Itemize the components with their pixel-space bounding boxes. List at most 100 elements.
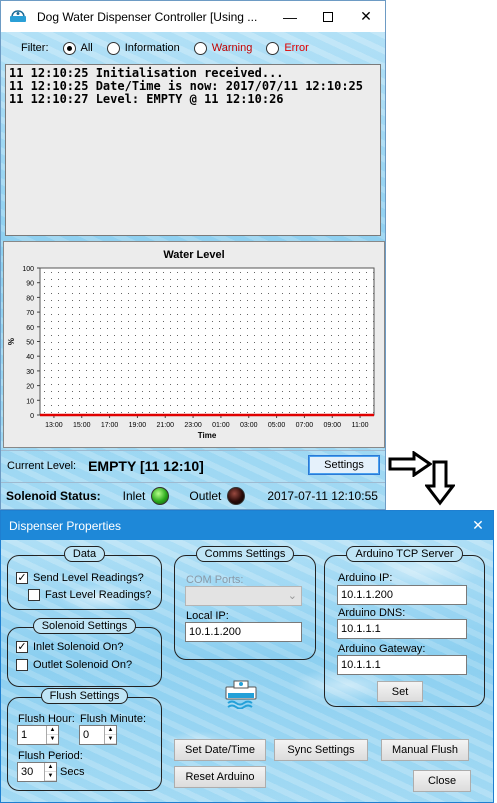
send-level-readings-checkbox[interactable]: ✓ Send Level Readings?: [16, 572, 144, 584]
arduino-ip-label: Arduino IP:: [338, 572, 393, 584]
solenoid-status-label: Solenoid Status:: [6, 489, 101, 503]
checkbox-label: Fast Level Readings?: [45, 589, 152, 601]
stepper-value: 0: [83, 729, 90, 741]
y-tick-label: 80: [26, 295, 34, 302]
current-level-value: EMPTY [11 12:10]: [88, 458, 204, 474]
arduino-dns-label: Arduino DNS:: [338, 607, 406, 619]
solenoid-status-row: Solenoid Status: Inlet Outlet 2017-07-11…: [1, 483, 385, 509]
dispenser-icon: [224, 679, 258, 710]
y-tick-label: 60: [26, 325, 34, 332]
flush-minute-stepper[interactable]: 0 ▲ ▼: [79, 725, 117, 745]
solenoid-settings-group: Solenoid Settings: [7, 618, 162, 687]
maximize-button[interactable]: [309, 1, 347, 32]
inlet-label: Inlet: [122, 489, 146, 503]
checkbox-label: Outlet Solenoid On?: [33, 659, 133, 671]
stepper-up-icon[interactable]: ▲: [47, 726, 58, 735]
x-tick-label: 19:00: [129, 422, 147, 429]
plot-area: [39, 267, 375, 416]
log-listbox[interactable]: 11 12:10:25 Initialisation received... 1…: [5, 64, 381, 236]
stepper-up-icon[interactable]: ▲: [105, 726, 116, 735]
filter-radio-warning[interactable]: Warning: [193, 41, 252, 55]
radio-dot[interactable]: [266, 41, 280, 55]
chevron-down-icon[interactable]: ⌄: [288, 589, 297, 602]
arduino-dns-field[interactable]: 10.1.1.1: [337, 619, 467, 639]
local-ip-field[interactable]: 10.1.1.200: [185, 622, 302, 642]
y-tick-label: 90: [26, 281, 34, 288]
filter-bar: Filter: All Information Warning Error: [1, 32, 385, 64]
com-ports-dropdown[interactable]: ⌄: [185, 586, 302, 606]
reset-arduino-button[interactable]: Reset Arduino: [174, 766, 266, 788]
flush-period-unit: Secs: [60, 766, 85, 778]
flush-period-label: Flush Period:: [18, 750, 83, 762]
outlet-solenoid-checkbox[interactable]: Outlet Solenoid On?: [16, 659, 132, 671]
set-date-time-button[interactable]: Set Date/Time: [174, 739, 266, 761]
radio-dot[interactable]: [193, 41, 207, 55]
current-level-label: Current Level:: [7, 460, 77, 472]
y-tick-label: 10: [26, 398, 34, 405]
arduino-set-button[interactable]: Set: [377, 681, 423, 702]
window-title: Dog Water Dispenser Controller [Using ..…: [37, 9, 258, 24]
arduino-gateway-field[interactable]: 10.1.1.1: [337, 655, 467, 675]
filter-radio-information[interactable]: Information: [106, 41, 180, 55]
stepper-arrows[interactable]: ▲ ▼: [46, 726, 58, 744]
stepper-up-icon[interactable]: ▲: [45, 763, 56, 772]
settings-button[interactable]: Settings: [308, 455, 380, 475]
stepper-arrows[interactable]: ▲ ▼: [44, 763, 56, 781]
status-timestamp: 2017-07-11 12:10:55: [267, 489, 378, 503]
stepper-down-icon[interactable]: ▼: [105, 735, 116, 744]
close-button[interactable]: Close: [413, 770, 471, 792]
x-axis-label: Time: [198, 431, 217, 440]
dialog-title: Dispenser Properties: [9, 518, 122, 533]
filter-radio-error[interactable]: Error: [266, 41, 309, 55]
group-title: Solenoid Settings: [8, 618, 161, 634]
flush-hour-label: Flush Hour:: [18, 713, 75, 725]
inlet-solenoid-checkbox[interactable]: ✓ Inlet Solenoid On?: [16, 641, 124, 653]
water-level-chart: Water Level 0 10 20 30 40 50 60 70 80 90 100 13:00 1…: [3, 241, 385, 448]
checkbox-box[interactable]: ✓: [16, 572, 28, 584]
y-tick-label: 20: [26, 384, 34, 391]
x-tick-label: 21:00: [156, 422, 174, 429]
flush-hour-stepper[interactable]: 1 ▲ ▼: [17, 725, 59, 745]
manual-flush-button[interactable]: Manual Flush: [381, 739, 469, 761]
radio-dot[interactable]: [106, 41, 120, 55]
stepper-value: 1: [21, 729, 28, 741]
filter-radio-all[interactable]: All: [62, 41, 93, 55]
y-tick-label: 100: [22, 266, 34, 273]
x-tick-label: 23:00: [184, 422, 202, 429]
y-tick-label: 70: [26, 310, 34, 317]
x-tick-label: 05:00: [268, 422, 286, 429]
x-tick-label: 07:00: [296, 422, 314, 429]
x-tick-label: 11:00: [352, 422, 369, 429]
minimize-button[interactable]: —: [271, 1, 309, 32]
filter-option-label: Information: [124, 42, 180, 54]
stepper-value: 30: [21, 766, 34, 778]
y-tick-label: 30: [26, 369, 34, 376]
checkbox-label: Inlet Solenoid On?: [33, 641, 124, 653]
main-window: Dog Water Dispenser Controller [Using ..…: [0, 0, 386, 510]
group-title: Comms Settings: [175, 546, 315, 562]
stepper-down-icon[interactable]: ▼: [45, 772, 56, 781]
checkbox-label: Send Level Readings?: [33, 572, 144, 584]
flush-period-stepper[interactable]: 30 ▲ ▼: [17, 762, 57, 782]
radio-dot[interactable]: [62, 41, 76, 55]
arduino-ip-field[interactable]: 10.1.1.200: [337, 585, 467, 605]
checkbox-box[interactable]: [28, 589, 40, 601]
dialog-title-bar: Dispenser Properties ✕: [1, 511, 493, 540]
stepper-arrows[interactable]: ▲ ▼: [104, 726, 116, 744]
dialog-close-icon[interactable]: ✕: [463, 517, 493, 534]
comms-settings-group: Comms Settings: [174, 546, 316, 660]
log-line[interactable]: 11 12:10:27 Level: EMPTY @ 11 12:10:26: [9, 93, 377, 106]
close-window-button[interactable]: ✕: [347, 1, 385, 32]
fast-level-readings-checkbox[interactable]: Fast Level Readings?: [28, 589, 151, 601]
arduino-gateway-label: Arduino Gateway:: [338, 643, 426, 655]
local-ip-label: Local IP:: [186, 610, 229, 622]
x-tick-label: 13:00: [45, 422, 63, 429]
app-icon: [9, 9, 27, 25]
checkbox-box[interactable]: ✓: [16, 641, 28, 653]
com-ports-label: COM Ports:: [186, 574, 244, 586]
checkbox-box[interactable]: [16, 659, 28, 671]
y-tick-label: 50: [26, 340, 34, 347]
sync-settings-button[interactable]: Sync Settings: [274, 739, 368, 761]
y-tick-label: 0: [30, 413, 34, 420]
stepper-down-icon[interactable]: ▼: [47, 735, 58, 744]
